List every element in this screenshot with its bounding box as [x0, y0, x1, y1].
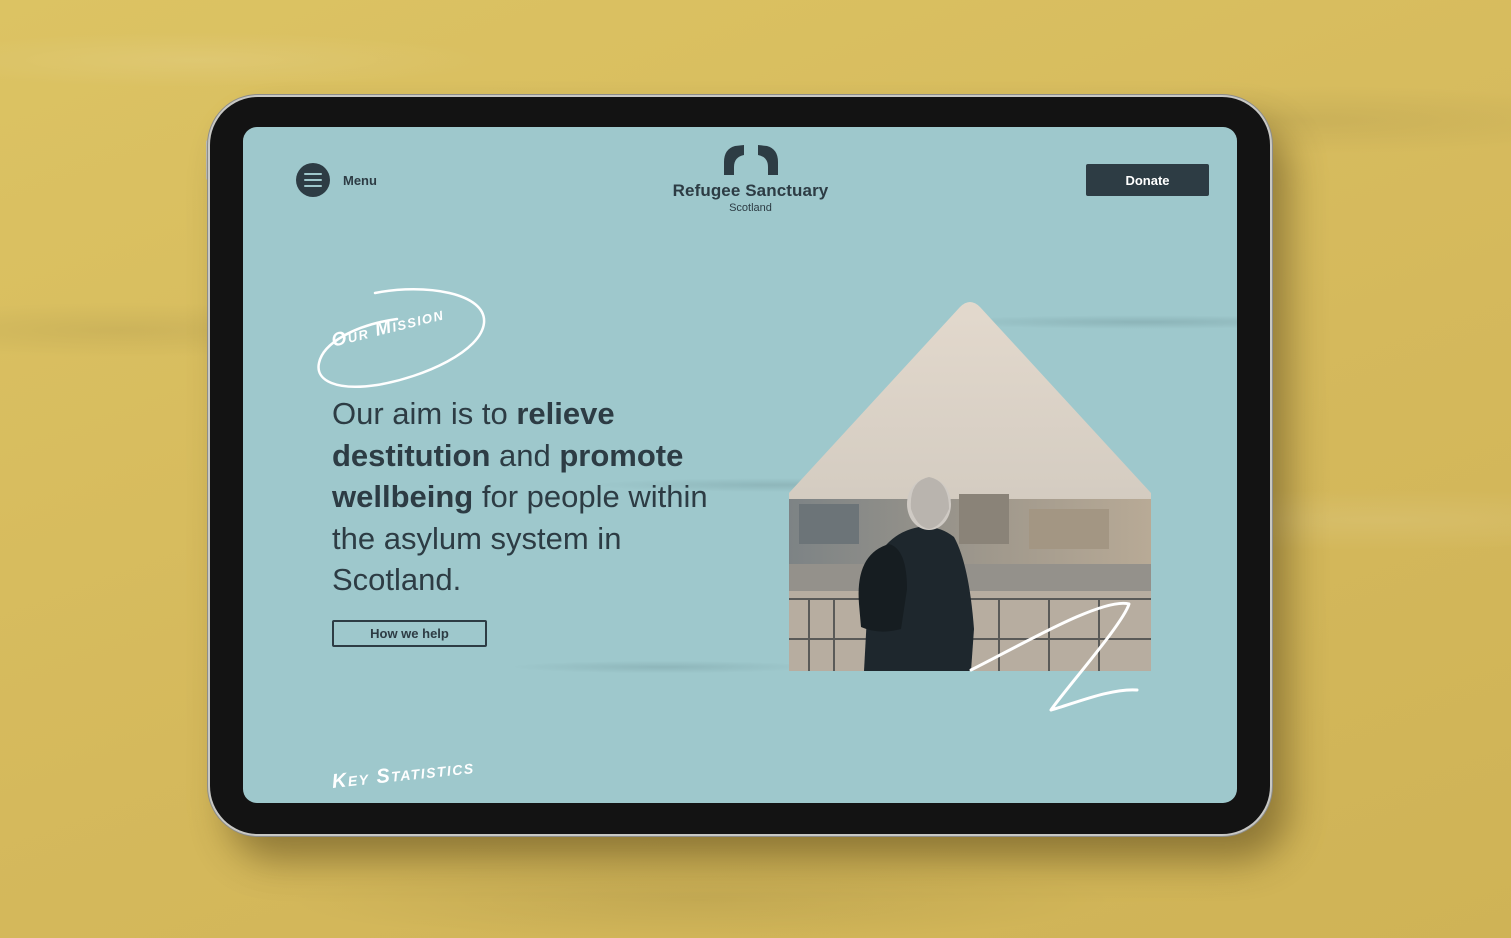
- logo-subtitle: Scotland: [729, 202, 772, 214]
- key-statistics-heading: Key Statistics: [330, 756, 476, 793]
- how-we-help-button[interactable]: How we help: [332, 620, 487, 647]
- mission-badge: Our Mission: [315, 285, 490, 395]
- donate-button[interactable]: Donate: [1086, 164, 1209, 196]
- menu-button[interactable]: Menu: [296, 163, 377, 197]
- logo-name: Refugee Sanctuary: [672, 181, 829, 200]
- website-screen: Menu Refugee Sanctuary Scotland Donate O…: [243, 127, 1237, 803]
- site-logo[interactable]: Refugee Sanctuary Scotland: [643, 145, 858, 214]
- hamburger-icon: [296, 163, 330, 197]
- white-scribble: [969, 601, 1139, 712]
- menu-label: Menu: [343, 172, 377, 188]
- roof-logo-icon: [723, 145, 778, 175]
- mission-statement: Our aim is to relieve destitution and pr…: [332, 396, 708, 597]
